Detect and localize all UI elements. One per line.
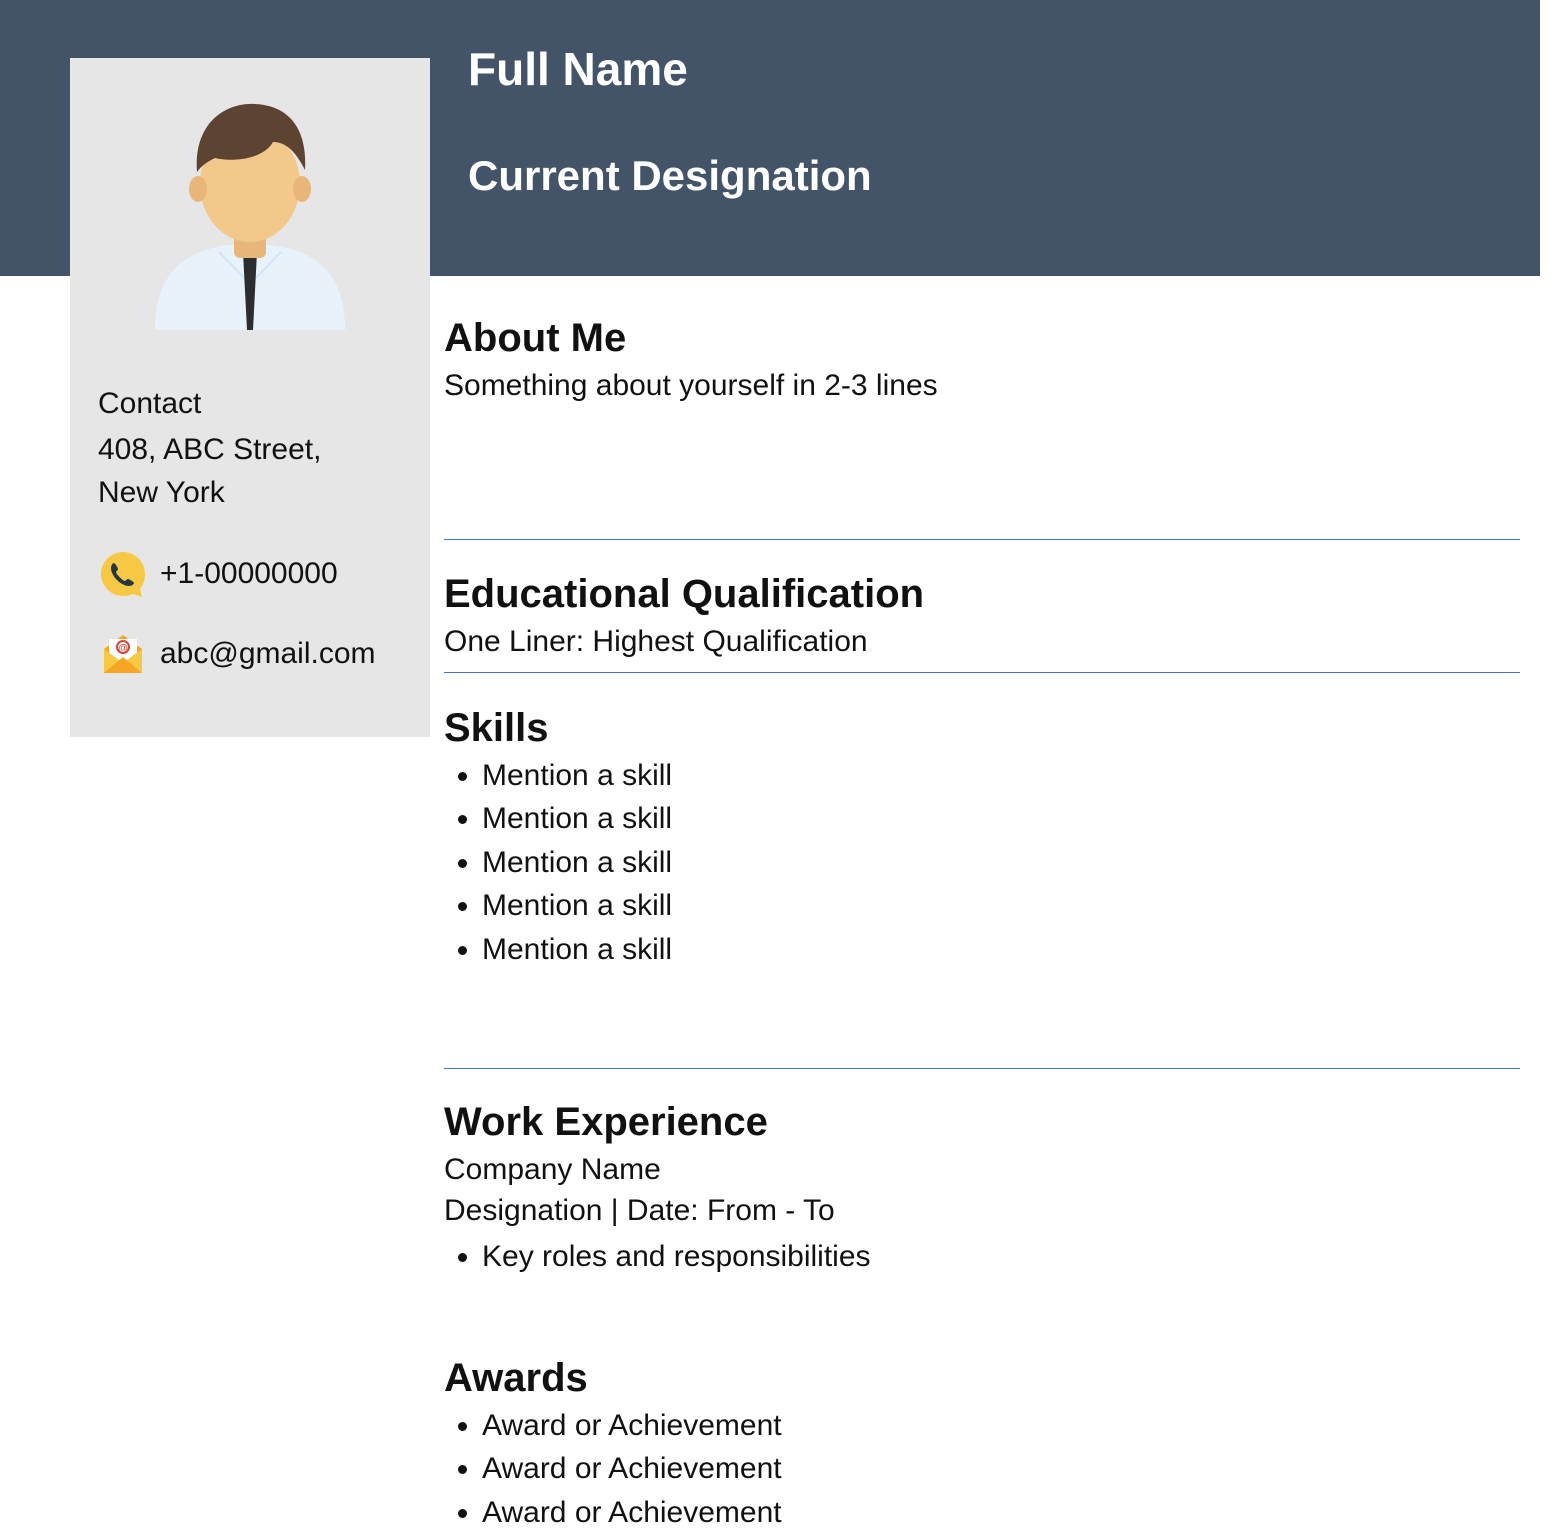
list-item: Award or Achievement bbox=[482, 1405, 1520, 1446]
list-item: Key roles and responsibilities bbox=[482, 1236, 1520, 1277]
work-dates: Designation | Date: From - To bbox=[444, 1190, 1520, 1231]
divider bbox=[444, 672, 1520, 673]
section-education: Educational Qualification One Liner: Hig… bbox=[444, 546, 1520, 662]
phone-icon bbox=[98, 549, 148, 599]
contact-heading: Contact bbox=[98, 382, 402, 426]
list-item: Mention a skill bbox=[482, 842, 1520, 883]
section-body-about: Something about yourself in 2-3 lines bbox=[444, 365, 1520, 406]
header-text: Full Name Current Designation bbox=[468, 42, 872, 200]
section-body-education: One Liner: Highest Qualification bbox=[444, 621, 1520, 662]
full-name: Full Name bbox=[468, 42, 872, 96]
section-work: Work Experience Company Name Designation… bbox=[444, 1074, 1520, 1277]
section-about: About Me Something about yourself in 2-3… bbox=[444, 290, 1520, 406]
avatar-icon bbox=[135, 84, 365, 330]
list-item: Mention a skill bbox=[482, 755, 1520, 796]
section-title-work: Work Experience bbox=[444, 1100, 1520, 1145]
contact-email-row: @ abc@gmail.com bbox=[98, 629, 402, 679]
list-item: Mention a skill bbox=[482, 929, 1520, 970]
section-title-skills: Skills bbox=[444, 706, 1520, 751]
list-item: Mention a skill bbox=[482, 885, 1520, 926]
work-bullets: Key roles and responsibilities bbox=[444, 1236, 1520, 1277]
contact-phone-row: +1-00000000 bbox=[98, 549, 402, 599]
sidebar-card: Contact 408, ABC Street, New York +1-000… bbox=[70, 58, 430, 737]
contact-block: Contact 408, ABC Street, New York bbox=[98, 382, 402, 515]
list-item: Award or Achievement bbox=[482, 1448, 1520, 1489]
awards-list: Award or Achievement Award or Achievemen… bbox=[444, 1405, 1520, 1533]
contact-email: abc@gmail.com bbox=[160, 637, 376, 671]
section-skills: Skills Mention a skill Mention a skill M… bbox=[444, 680, 1520, 970]
skills-list: Mention a skill Mention a skill Mention … bbox=[444, 755, 1520, 970]
section-title-awards: Awards bbox=[444, 1356, 1520, 1401]
designation: Current Designation bbox=[468, 152, 872, 200]
contact-address: 408, ABC Street, New York bbox=[98, 428, 402, 515]
list-item: Mention a skill bbox=[482, 798, 1520, 839]
divider bbox=[444, 1068, 1520, 1069]
work-company: Company Name bbox=[444, 1149, 1520, 1190]
list-item: Award or Achievement bbox=[482, 1492, 1520, 1533]
email-icon: @ bbox=[98, 629, 148, 679]
section-title-about: About Me bbox=[444, 316, 1520, 361]
divider bbox=[444, 539, 1520, 540]
contact-phone: +1-00000000 bbox=[160, 557, 338, 591]
section-title-education: Educational Qualification bbox=[444, 572, 1520, 617]
section-awards: Awards Award or Achievement Award or Ach… bbox=[444, 1330, 1520, 1533]
svg-text:@: @ bbox=[118, 643, 128, 654]
avatar bbox=[98, 84, 402, 330]
